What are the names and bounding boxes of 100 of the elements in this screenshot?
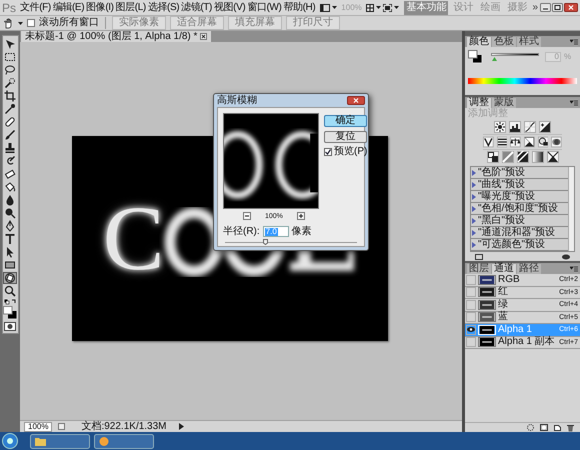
preset-item[interactable]: "曝光度"预设 [471,191,568,203]
circles-icon[interactable] [551,136,562,148]
orb-icon[interactable] [2,433,18,449]
rotate-view-icon[interactable] [3,272,17,284]
close-icon[interactable] [564,3,578,12]
panel-tab[interactable]: 样式 [517,37,541,47]
panel-menu-icon[interactable] [570,100,578,106]
visibility-toggle[interactable] [466,300,476,310]
mask-icon[interactable] [540,424,548,431]
preset-item[interactable]: "曲线"预设 [471,179,568,191]
hand-icon[interactable] [3,18,14,28]
exposure-icon[interactable] [539,120,551,132]
close-icon[interactable] [200,33,208,40]
checkbox[interactable] [324,148,332,156]
stripe-icon[interactable] [516,151,528,163]
media-player-icon[interactable] [94,434,154,448]
stamp-icon[interactable] [3,142,17,154]
trash-icon[interactable] [567,424,574,432]
preset-item[interactable]: "通道混和器"预设 [471,227,568,239]
eye-icon[interactable] [562,254,570,260]
dashed-rectangle-icon[interactable] [3,51,17,63]
panel-tab[interactable]: 蒙版 [492,98,516,108]
visibility-toggle[interactable] [466,324,476,335]
zoom-icon[interactable] [3,285,17,297]
menu-item[interactable]: 窗口(W) [247,2,282,12]
pen-icon[interactable] [3,220,17,232]
lollipop-icon[interactable] [3,207,17,219]
menu-item[interactable]: 帮助(H) [283,2,316,12]
caret-icon[interactable] [18,22,23,24]
zoom-out-icon[interactable] [243,212,251,220]
quick-mask-icon[interactable] [4,322,16,331]
zoom-in-icon[interactable] [296,212,305,220]
brush-icon[interactable] [3,129,17,141]
v-shape-icon[interactable] [482,136,494,148]
panel-tab[interactable]: 调整 [467,98,491,108]
preset-item[interactable]: "可选颜色"预设 [471,239,568,251]
triangle-icon[interactable] [524,136,535,148]
color-spectrum[interactable] [468,78,577,84]
dialog-button[interactable]: 复位 [324,131,368,143]
visibility-toggle[interactable] [466,274,476,285]
dialog-button[interactable]: 确定 [324,115,368,127]
default-colors-icon[interactable] [4,299,16,305]
panel-tab[interactable]: 图层 [467,264,491,274]
eyedropper-icon[interactable] [3,103,17,115]
lasso-icon[interactable] [3,64,17,76]
curve-icon[interactable] [524,120,536,132]
scrollbar[interactable] [568,167,574,251]
panel-tab[interactable]: 色板 [492,37,516,47]
gradient-icon[interactable] [532,151,544,163]
minimize-icon[interactable] [540,3,551,12]
panel-tab[interactable]: 颜色 [467,37,491,47]
menu-item[interactable]: 滤镜(T) [181,2,212,12]
zoom-field[interactable]: 100% [24,422,52,432]
document-tab[interactable]: 未标题-1 @ 100% (图层 1, Alpha 1/8) * [21,31,212,42]
layout-icon[interactable] [320,4,330,12]
restore-icon[interactable] [552,3,563,12]
visibility-toggle[interactable] [466,337,476,348]
crop-icon[interactable] [3,90,17,102]
play-icon[interactable] [178,423,184,430]
menu-item[interactable]: 文件(F) [20,2,51,12]
histogram-icon[interactable] [509,120,521,132]
preset-item[interactable]: "黑白"预设 [471,215,568,227]
visibility-toggle[interactable] [466,287,476,298]
bandage-icon[interactable] [3,116,17,128]
wand-icon[interactable] [3,77,17,89]
caret-icon[interactable] [332,6,338,9]
menu-item[interactable]: 视图(V) [214,2,246,12]
panel-menu-icon[interactable] [570,39,578,45]
panel-tab[interactable]: 通道 [492,264,516,274]
expand-view-icon[interactable] [475,254,483,260]
slider-thumb[interactable] [263,239,268,245]
checkbox[interactable] [27,19,35,27]
arrow-icon[interactable] [3,38,17,50]
grid-icon[interactable] [366,4,374,12]
screen-mode-icon[interactable] [382,4,392,12]
preset-item[interactable]: "色阶"预设 [471,167,568,179]
menu-item[interactable]: 选择(S) [148,2,180,12]
menu-item[interactable]: 图像(I) [86,2,114,12]
export-icon[interactable] [58,423,66,430]
scale-icon[interactable] [510,136,521,148]
sun-icon[interactable] [494,120,506,132]
color-swatches-icon[interactable] [3,306,17,319]
visibility-toggle[interactable] [466,312,476,322]
menu-item[interactable]: 图层(L) [116,2,146,12]
panel-menu-icon[interactable] [570,266,578,272]
close-icon[interactable] [347,96,365,105]
rectangle-icon[interactable] [3,259,17,271]
color-swatches-icon[interactable] [468,50,482,63]
bucket-icon[interactable] [3,181,17,193]
caret-icon[interactable] [376,6,381,9]
dotted-circle-icon[interactable] [527,424,534,431]
invert-icon[interactable] [486,151,498,163]
preset-item[interactable]: "色相/饱和度"预设 [471,203,568,215]
folder-icon[interactable] [30,434,90,448]
caret-icon[interactable] [394,6,399,9]
type-icon[interactable] [3,233,17,245]
menu-item[interactable]: 编辑(E) [52,2,84,12]
more-workspaces-button[interactable]: » [532,2,538,12]
panel-tab[interactable]: 路径 [517,264,541,274]
bars-icon[interactable] [496,136,508,148]
